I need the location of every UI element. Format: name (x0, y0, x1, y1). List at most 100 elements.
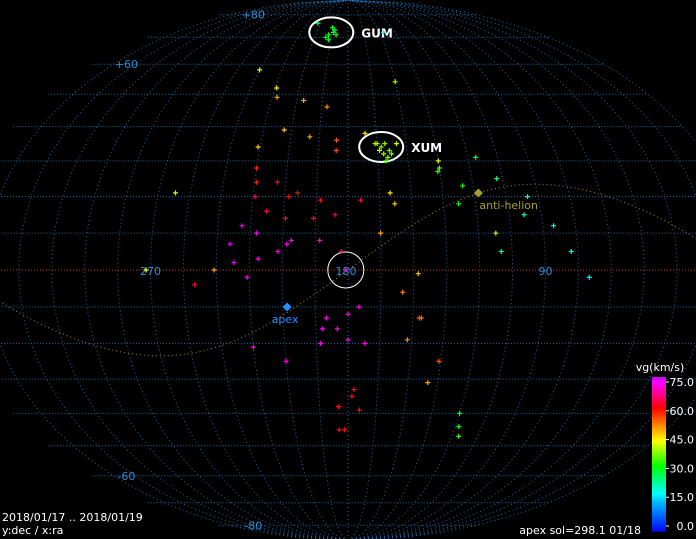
meteor-point (498, 249, 504, 254)
meteor-point (264, 208, 270, 214)
meteor-point (239, 223, 245, 229)
meteor-point (334, 326, 340, 332)
meteor-point (494, 176, 500, 182)
meteor-point (400, 289, 406, 295)
meteor-point (415, 271, 421, 277)
dec-label: +80 (242, 9, 265, 22)
meteor-point (345, 311, 351, 317)
meteor-point (356, 304, 362, 310)
colorbar-tick-label: 30.0 (670, 462, 695, 475)
meteor-point (586, 274, 592, 280)
dec-label: -60 (117, 470, 135, 483)
meteor-point (318, 340, 323, 346)
meteor-point (394, 141, 399, 147)
meteor-point (255, 256, 261, 262)
meteor-point (362, 340, 368, 346)
meteor-point (173, 190, 178, 196)
anti-helion-marker (473, 188, 483, 198)
meteor-point (275, 249, 281, 254)
meteor-point (456, 433, 462, 439)
date-range-label: 2018/01/17 .. 2018/01/19 (2, 511, 143, 524)
meteor-point (257, 67, 263, 73)
meteor-point (250, 344, 256, 350)
meteor-point (568, 249, 574, 254)
shower-code-label: XUM (411, 141, 442, 155)
meteor-point (284, 241, 290, 247)
meteor-point (192, 282, 198, 288)
meteor-point (382, 141, 388, 147)
meteor-point (493, 230, 499, 236)
meteor-point (274, 179, 280, 185)
meteor-point (274, 94, 280, 100)
meteor-point (301, 98, 307, 103)
meridian-line (149, 0, 349, 539)
dec-label: +60 (115, 58, 138, 71)
ra-label: 270 (140, 265, 161, 278)
meteor-point (456, 424, 462, 430)
meteor-point (323, 315, 329, 321)
meteor-point (349, 393, 355, 399)
anti-helion-label: anti-helion (479, 199, 538, 212)
meteor-point (521, 212, 527, 218)
apex-label: apex (272, 313, 299, 326)
meteor-point (317, 237, 323, 243)
colorbar-tick-label: 15.0 (670, 491, 695, 504)
colorbar-tick-label: 60.0 (670, 405, 695, 418)
meteor-point (324, 104, 330, 110)
meteor-point (473, 154, 479, 160)
meteor-point (326, 32, 332, 38)
meteor-point (326, 37, 331, 43)
shower-code-label: GUM (361, 26, 393, 40)
meteor-point (345, 337, 351, 343)
meteor-point (311, 215, 316, 221)
meteor-point (456, 201, 462, 207)
meteor-point (319, 326, 325, 332)
meteor-point (288, 237, 294, 243)
meteor-point (231, 260, 237, 266)
colorbar-tick-label: 0.0 (677, 520, 695, 533)
meteor-point (551, 223, 557, 229)
meteor-point (336, 427, 342, 433)
meteor-point (358, 197, 364, 203)
meridian-line (347, 0, 547, 539)
meteor-point (378, 230, 384, 236)
meteor-layer (143, 20, 592, 439)
meteor-point (254, 165, 260, 171)
meteor-point (281, 127, 287, 133)
meteor-point (255, 144, 261, 150)
meteor-point (351, 387, 357, 392)
meteor-point (283, 215, 288, 221)
meteor-point (323, 34, 329, 40)
meteor-point (392, 79, 398, 85)
meteor-point (387, 190, 393, 196)
meteor-point (457, 410, 463, 416)
meteor-point (254, 179, 260, 185)
apex-note: apex sol=298.1 01/18 (519, 524, 641, 537)
ra-label: 90 (539, 265, 553, 278)
meteor-point (392, 201, 398, 207)
meteor-point (227, 241, 233, 247)
meteor-point (283, 358, 289, 364)
colorbar-tick-label: 45.0 (670, 434, 695, 447)
axes-note: y:dec / x:ra (2, 524, 64, 537)
meteor-point (211, 267, 217, 273)
colorbar-tick-label: 75.0 (670, 376, 695, 389)
meteor-point (334, 137, 339, 143)
meteor-point (295, 190, 300, 196)
meteor-point (333, 32, 339, 38)
colorbar-segment (652, 528, 666, 532)
meteor-point (435, 158, 441, 164)
sky-map: 270 180 90+80+60-60-80GUMXUManti-helionape… (0, 0, 696, 539)
meteor-point (436, 358, 442, 364)
meteor-point (404, 337, 410, 343)
meteor-point (333, 148, 339, 153)
meteor-point (336, 404, 341, 410)
meteor-point (460, 183, 466, 189)
meteor-point (286, 194, 292, 200)
meteor-point (254, 230, 260, 236)
meteor-point (342, 427, 347, 433)
colorbar-title: vg(km/s) (636, 361, 685, 374)
meteor-point (307, 134, 313, 140)
meteor-point (317, 197, 323, 203)
meteor-point (332, 212, 338, 218)
